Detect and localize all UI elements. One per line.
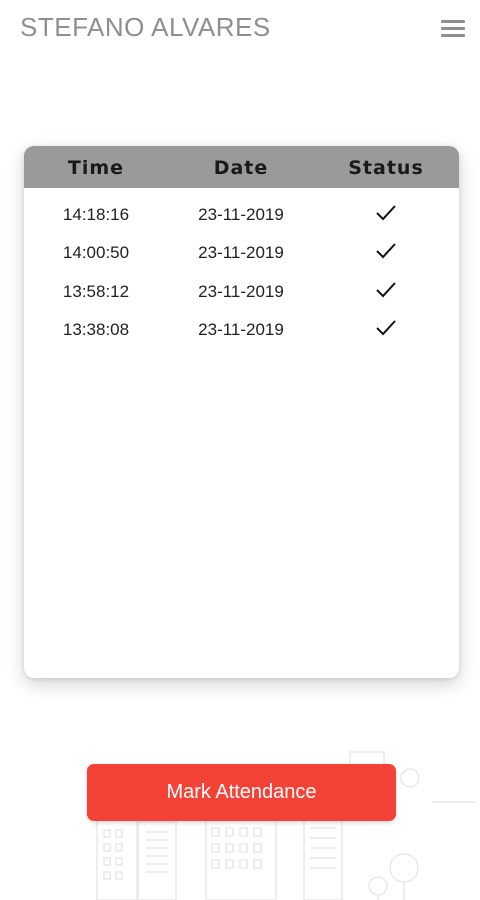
table-row: 14:00:50 23-11-2019 xyxy=(24,233,459,271)
column-header-date: Date xyxy=(213,157,269,179)
mark-attendance-button[interactable]: Mark Attendance xyxy=(87,764,396,821)
check-icon xyxy=(376,205,396,221)
menu-bar xyxy=(441,34,465,37)
menu-bar xyxy=(441,27,465,30)
table-row: 14:18:16 23-11-2019 xyxy=(24,195,459,233)
row-date: 23-11-2019 xyxy=(198,205,284,224)
table-row: 13:58:12 23-11-2019 xyxy=(24,272,459,310)
hamburger-menu-icon[interactable] xyxy=(438,16,468,42)
attendance-screen: STEFANO ALVARES Time Date Status 14:18:1… xyxy=(0,0,480,900)
row-date: 23-11-2019 xyxy=(198,282,284,301)
row-time: 14:00:50 xyxy=(62,243,130,262)
row-time: 13:38:08 xyxy=(62,320,130,339)
row-time: 14:18:16 xyxy=(62,205,130,224)
app-title: STEFANO ALVARES xyxy=(20,12,271,42)
attendance-card: Time Date Status 14:18:16 23-11-2019 14:… xyxy=(24,146,459,678)
table-header: Time Date Status xyxy=(24,146,459,188)
check-icon xyxy=(376,320,396,336)
row-date: 23-11-2019 xyxy=(198,320,284,339)
table-row: 13:38:08 23-11-2019 xyxy=(24,310,459,348)
column-header-status: Status xyxy=(348,157,424,179)
check-icon xyxy=(376,243,396,259)
column-header-time: Time xyxy=(67,157,125,179)
row-date: 23-11-2019 xyxy=(198,243,284,262)
menu-bar xyxy=(441,20,465,23)
row-time: 13:58:12 xyxy=(62,282,130,301)
check-icon xyxy=(376,282,396,298)
